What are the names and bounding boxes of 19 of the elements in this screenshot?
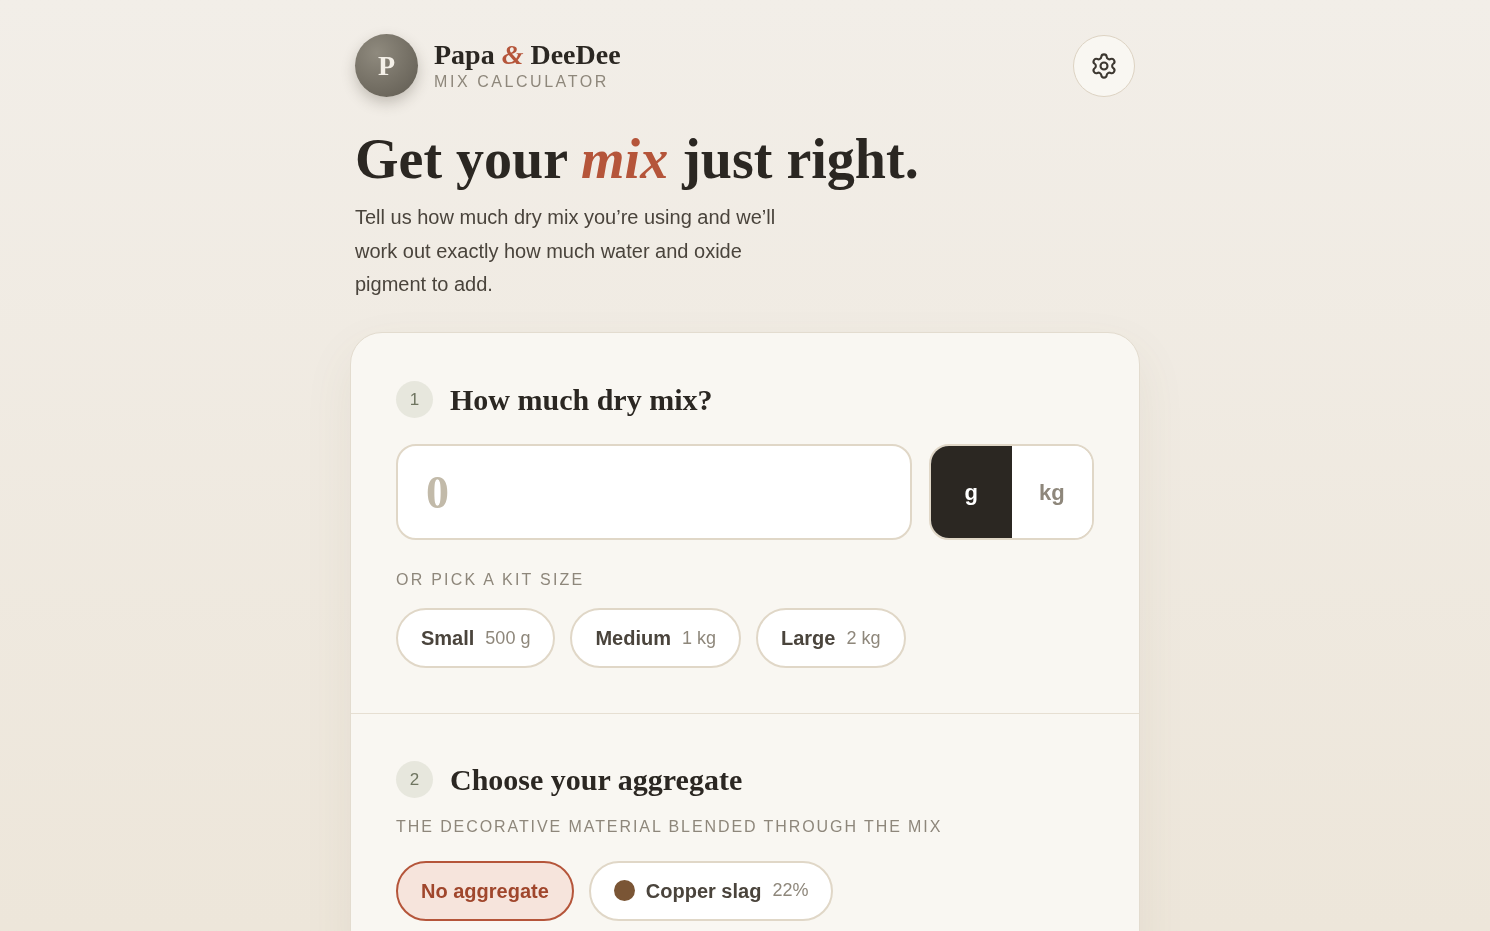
brand-tagline: MIX CALCULATOR [434, 71, 610, 92]
aggregate-chip[interactable]: Copper slag 22% [588, 860, 834, 921]
intro-text: Tell us how much dry mix you’re using and we’ll work out exactly how much water and oxide pigment to add. [354, 205, 777, 297]
unit-toggle[interactable]: g [931, 446, 1012, 538]
settings-icon [1090, 51, 1118, 80]
amount-field[interactable]: 0 [396, 444, 912, 540]
aggregate-subtitle: THE DECORATIVE MATERIAL BLENDED THROUGH THE MIX [396, 816, 944, 837]
brand-name: Papa & DeeDee [434, 38, 621, 71]
brand-avatar: P [355, 34, 418, 97]
step-title: How much dry mix? [450, 381, 713, 418]
kit-size-chip[interactable]: Large 2 kg [756, 608, 906, 668]
step-number: 2 [396, 761, 433, 799]
presets-label: OR PICK A KIT SIZE [396, 570, 586, 590]
step-number: 1 [396, 380, 433, 418]
step-title: Choose your aggregate [450, 762, 743, 798]
aggregate-chip[interactable]: No aggregate [396, 860, 574, 921]
kit-size-chip[interactable]: Small 500 g [396, 608, 556, 668]
kit-size-chip[interactable]: Medium 1 kg [570, 608, 741, 668]
headline: Get your mix just right. [354, 127, 920, 191]
